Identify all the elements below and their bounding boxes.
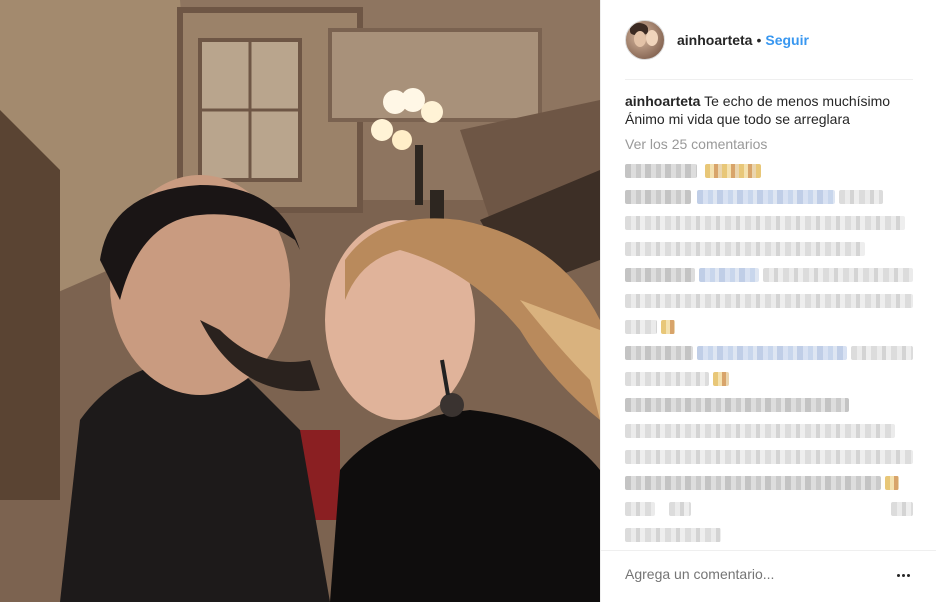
header-separator: •	[756, 32, 762, 48]
more-options-icon[interactable]	[893, 565, 913, 585]
caption-username[interactable]: ainhoarteta	[625, 93, 700, 109]
list-item	[625, 264, 921, 286]
list-item	[625, 290, 921, 312]
list-item	[625, 394, 921, 416]
comments-list	[625, 160, 921, 550]
add-comment-input[interactable]	[625, 566, 875, 582]
list-item	[625, 316, 921, 338]
list-item	[625, 524, 921, 546]
post-sidebar: ainhoarteta • Seguir ainhoarteta Te echo…	[600, 0, 936, 602]
list-item	[625, 472, 921, 494]
post-caption: ainhoarteta Te echo de menos muchísimo Á…	[625, 92, 915, 128]
list-item	[625, 212, 921, 234]
list-item	[625, 342, 921, 364]
list-item	[625, 186, 921, 208]
header-divider	[625, 79, 913, 80]
post-photo[interactable]	[0, 0, 600, 602]
photo-illustration	[0, 0, 600, 602]
post-header: ainhoarteta • Seguir	[601, 0, 936, 80]
author-username[interactable]: ainhoarteta	[677, 32, 752, 48]
list-item	[625, 446, 921, 468]
list-item	[625, 498, 921, 520]
footer-divider	[601, 550, 936, 551]
avatar[interactable]	[625, 20, 665, 60]
list-item	[625, 420, 921, 442]
follow-button[interactable]: Seguir	[765, 32, 809, 48]
view-comments-link[interactable]: Ver los 25 comentarios	[625, 136, 767, 152]
list-item	[625, 238, 921, 260]
list-item	[625, 160, 921, 182]
list-item	[625, 368, 921, 390]
